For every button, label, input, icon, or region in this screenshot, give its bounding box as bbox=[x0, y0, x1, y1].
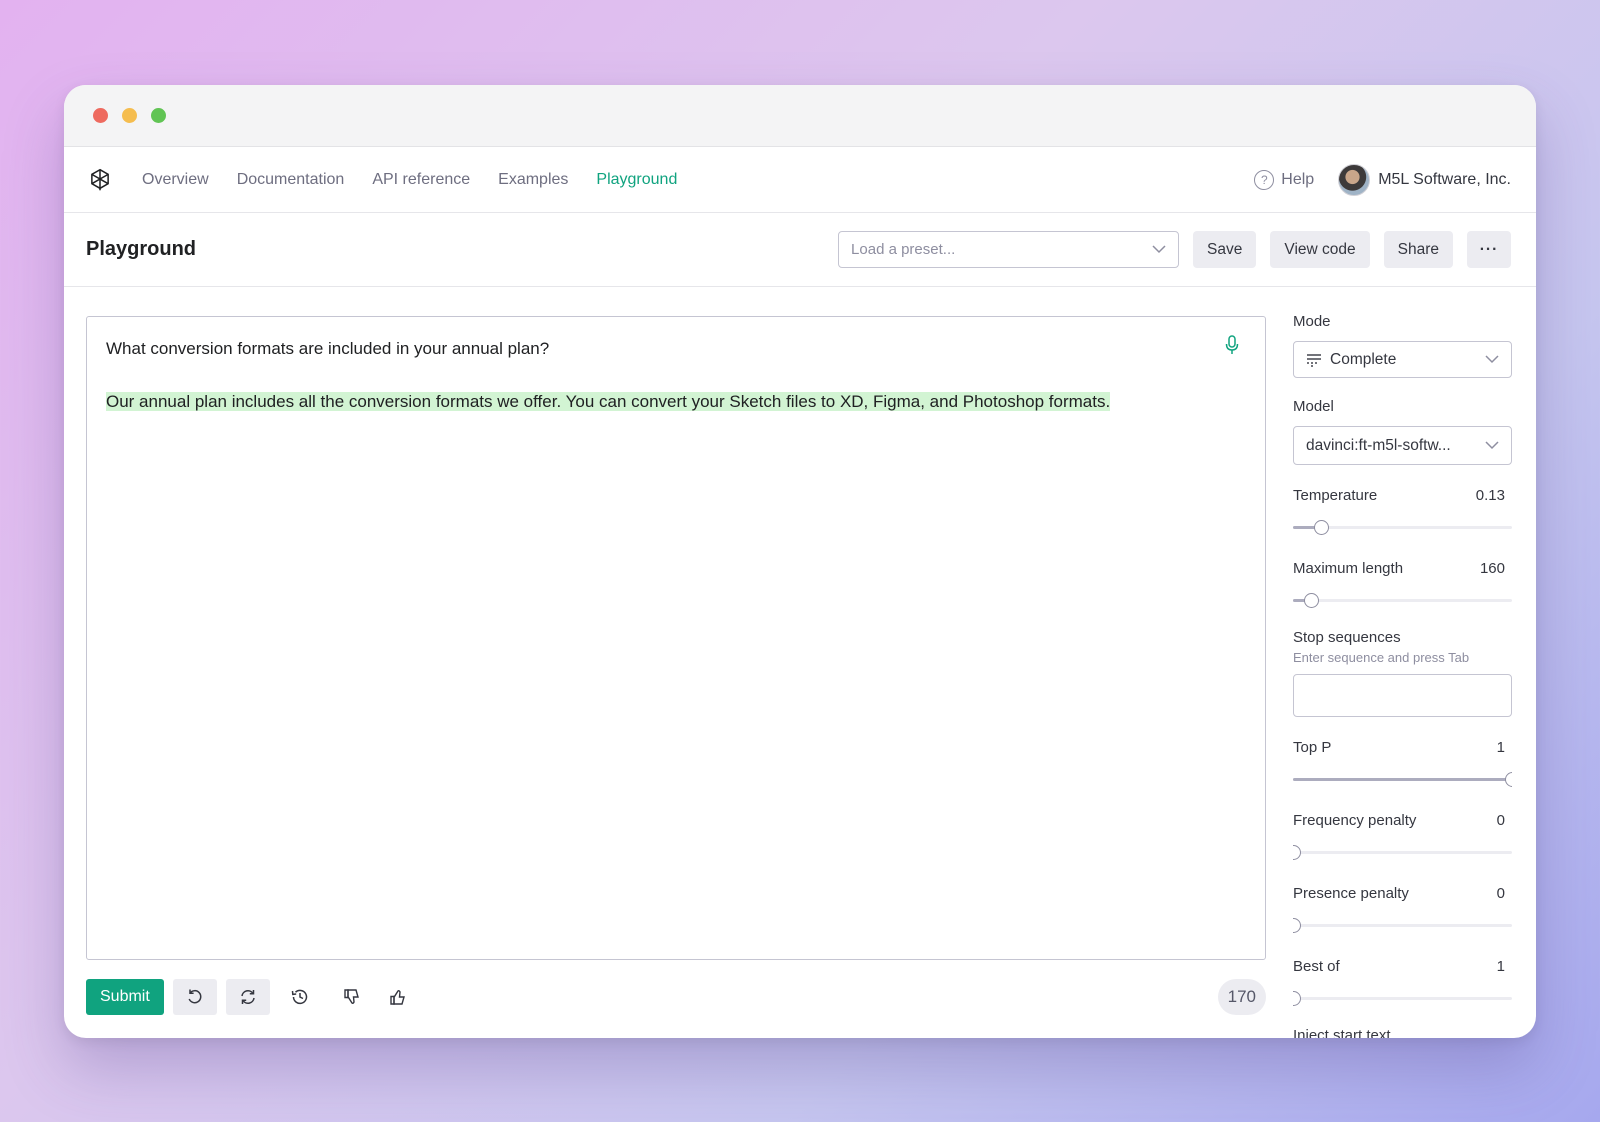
thumbs-up-icon bbox=[390, 989, 405, 1005]
help-icon: ? bbox=[1254, 169, 1275, 190]
regenerate-icon bbox=[241, 990, 255, 1004]
temperature-label: Temperature bbox=[1293, 487, 1378, 504]
temperature-slider[interactable] bbox=[1293, 520, 1512, 535]
org-name: M5L Software, Inc. bbox=[1378, 170, 1511, 188]
slider-thumb[interactable] bbox=[1303, 593, 1319, 608]
submit-button[interactable]: Submit bbox=[86, 979, 164, 1015]
mode-select[interactable]: Complete bbox=[1293, 341, 1512, 378]
max-length-slider[interactable] bbox=[1293, 593, 1512, 608]
history-icon bbox=[291, 989, 308, 1005]
nav-documentation[interactable]: Documentation bbox=[237, 171, 345, 189]
presence-penalty-label: Presence penalty bbox=[1293, 885, 1409, 902]
mode-value: Complete bbox=[1330, 350, 1397, 368]
nav-examples[interactable]: Examples bbox=[498, 171, 568, 189]
view-code-button[interactable]: View code bbox=[1270, 231, 1370, 268]
prompt-editor[interactable]: What conversion formats are included in … bbox=[86, 316, 1266, 960]
max-length-control: Maximum length 160 bbox=[1293, 560, 1512, 608]
model-value: davinci:ft-m5l-softw... bbox=[1306, 436, 1451, 454]
window-titlebar bbox=[64, 85, 1536, 147]
max-length-label: Maximum length bbox=[1293, 560, 1404, 577]
frequency-penalty-control: Frequency penalty 0 bbox=[1293, 812, 1512, 860]
save-button[interactable]: Save bbox=[1193, 231, 1257, 268]
model-label: Model bbox=[1293, 398, 1334, 415]
thumbs-down-icon bbox=[344, 989, 359, 1005]
chevron-down-icon bbox=[1485, 437, 1499, 455]
undo-button[interactable] bbox=[172, 979, 217, 1015]
inject-start-text-label: Inject start text bbox=[1293, 1027, 1391, 1038]
avatar bbox=[1338, 163, 1371, 196]
help-link[interactable]: ? Help bbox=[1254, 169, 1315, 190]
best-of-label: Best of bbox=[1293, 958, 1340, 975]
top-p-value: 1 bbox=[1496, 739, 1505, 756]
preset-select[interactable]: Load a preset... bbox=[838, 231, 1180, 268]
prompt-text: What conversion formats are included in … bbox=[106, 339, 550, 358]
nav-overview[interactable]: Overview bbox=[142, 171, 209, 189]
slider-thumb[interactable] bbox=[1293, 918, 1301, 933]
chevron-down-icon bbox=[1485, 351, 1499, 369]
mode-complete-icon bbox=[1307, 353, 1321, 367]
history-button[interactable] bbox=[278, 979, 322, 1015]
frequency-penalty-value: 0 bbox=[1496, 812, 1505, 829]
thumbs-up-button[interactable] bbox=[376, 979, 420, 1015]
page-header: Playground Load a preset... Save View co… bbox=[64, 213, 1536, 287]
stop-sequences-label: Stop sequences bbox=[1293, 629, 1401, 646]
completion-text: Our annual plan includes all the convers… bbox=[106, 392, 1111, 411]
maximize-window-icon[interactable] bbox=[151, 108, 166, 123]
more-options-button[interactable]: ··· bbox=[1467, 231, 1511, 268]
chevron-down-icon bbox=[1152, 241, 1166, 258]
slider-thumb[interactable] bbox=[1505, 772, 1512, 787]
undo-icon bbox=[188, 989, 202, 1004]
preset-placeholder: Load a preset... bbox=[851, 241, 956, 258]
nav-playground[interactable]: Playground bbox=[596, 171, 677, 189]
regenerate-button[interactable] bbox=[225, 979, 270, 1015]
top-navigation: Overview Documentation API reference Exa… bbox=[64, 147, 1536, 213]
frequency-penalty-slider[interactable] bbox=[1293, 845, 1512, 860]
top-p-label: Top P bbox=[1293, 739, 1332, 756]
best-of-slider[interactable] bbox=[1293, 991, 1512, 1006]
slider-thumb[interactable] bbox=[1293, 991, 1301, 1006]
org-menu[interactable]: M5L Software, Inc. bbox=[1338, 163, 1511, 196]
nav-api-reference[interactable]: API reference bbox=[372, 171, 470, 189]
presence-penalty-control: Presence penalty 0 bbox=[1293, 885, 1512, 933]
editor-toolbar: Submit 170 bbox=[86, 978, 1266, 1016]
presence-penalty-slider[interactable] bbox=[1293, 918, 1512, 933]
microphone-icon[interactable] bbox=[1225, 335, 1239, 355]
stop-sequences-input[interactable] bbox=[1293, 674, 1512, 717]
frequency-penalty-label: Frequency penalty bbox=[1293, 812, 1417, 829]
model-select[interactable]: davinci:ft-m5l-softw... bbox=[1293, 426, 1512, 465]
settings-panel: Mode Complete Model davinci:ft-m5l-softw… bbox=[1293, 313, 1512, 1038]
page-title: Playground bbox=[86, 238, 197, 260]
slider-thumb[interactable] bbox=[1293, 845, 1301, 860]
help-label: Help bbox=[1281, 170, 1315, 188]
mode-label: Mode bbox=[1293, 313, 1331, 330]
top-p-control: Top P 1 bbox=[1293, 739, 1512, 787]
max-length-value: 160 bbox=[1479, 560, 1505, 577]
thumbs-down-button[interactable] bbox=[330, 979, 374, 1015]
stop-sequences-hint: Enter sequence and press Tab bbox=[1293, 650, 1470, 665]
temperature-control: Temperature 0.13 bbox=[1293, 487, 1512, 535]
best-of-value: 1 bbox=[1496, 958, 1505, 975]
slider-thumb[interactable] bbox=[1314, 520, 1330, 535]
best-of-control: Best of 1 bbox=[1293, 958, 1512, 1006]
top-p-slider[interactable] bbox=[1293, 772, 1512, 787]
temperature-value: 0.13 bbox=[1475, 487, 1505, 504]
token-count: 170 bbox=[1217, 979, 1266, 1015]
app-window: Overview Documentation API reference Exa… bbox=[64, 85, 1536, 1038]
share-button[interactable]: Share bbox=[1383, 231, 1453, 268]
minimize-window-icon[interactable] bbox=[122, 108, 137, 123]
presence-penalty-value: 0 bbox=[1496, 885, 1505, 902]
close-window-icon[interactable] bbox=[93, 108, 108, 123]
openai-logo-icon[interactable] bbox=[86, 166, 114, 194]
